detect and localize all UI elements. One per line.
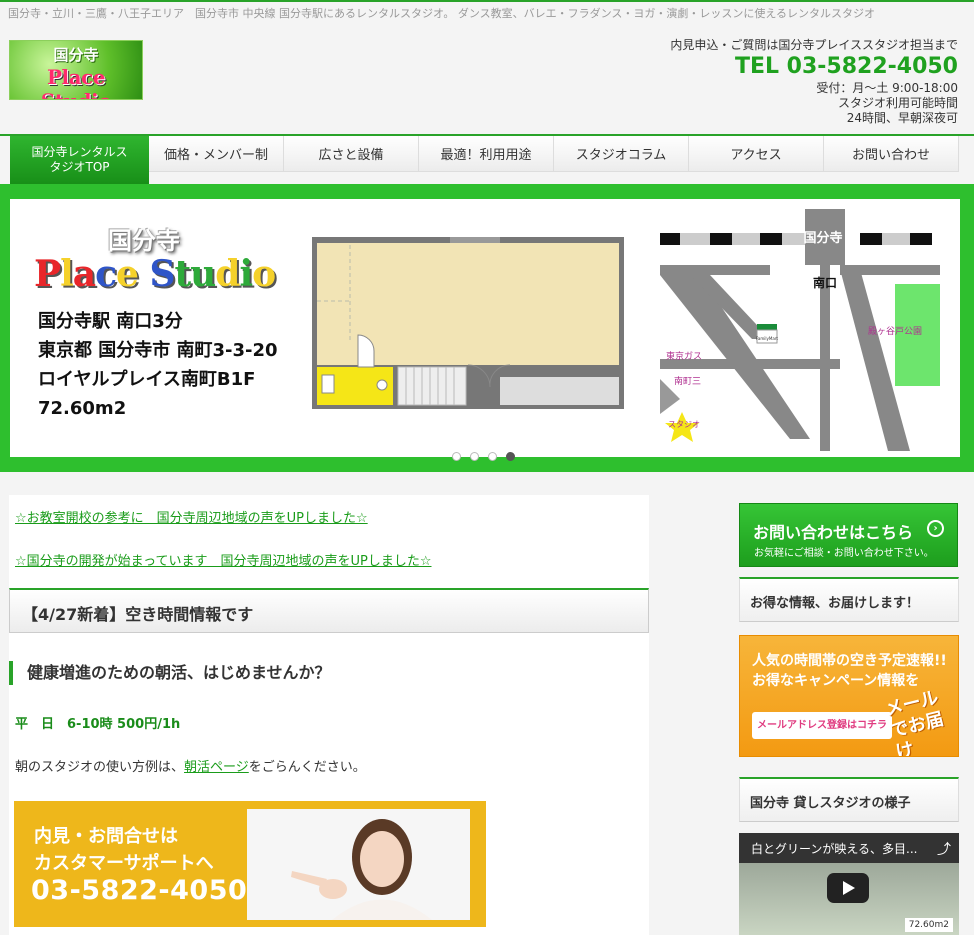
contact-note: 内見申込・ご質問は国分寺プレイススタジオ担当まで [670, 38, 958, 52]
place-title-letter: e [116, 253, 139, 295]
access-map: 国分寺 南口 東京ガス 南町三 FamilyMart 殿ヶ谷戸公園 スタジオ [660, 209, 940, 451]
slider-dot[interactable] [488, 452, 497, 461]
video-title: 白とグリーンが映える、多目... [751, 842, 918, 856]
slide-place-title: Place Studio [34, 253, 276, 295]
svg-text:殿ヶ谷戸公園: 殿ヶ谷戸公園 [868, 326, 922, 337]
site-logo[interactable]: 国分寺 Place Studio [9, 40, 143, 100]
availability-heading: 【4/27新着】空き時間情報です [9, 588, 649, 633]
svg-text:東京ガス: 東京ガス [666, 350, 702, 362]
hero-slide[interactable]: 国分寺 Place Studio 国分寺駅 南口3分 東京都 国分寺市 南町3-… [10, 199, 960, 461]
nav-item-contact[interactable]: お問い合わせ [824, 136, 959, 172]
slider-dot[interactable] [470, 452, 479, 461]
hero-slider: 国分寺 Place Studio 国分寺駅 南口3分 東京都 国分寺市 南町3-… [0, 184, 974, 472]
contact-button[interactable]: お問い合わせはこちら › お気軽にご相談・お問い合わせ下さい。 [739, 503, 958, 567]
slider-dot[interactable] [452, 452, 461, 461]
studio-video[interactable]: 白とグリーンが映える、多目... ⤴ 72.60m2 [739, 833, 959, 935]
place-title-letter [138, 253, 150, 295]
svg-text:スタジオ: スタジオ [668, 420, 700, 429]
contact-button-sub: お気軽にご相談・お問い合わせ下さい。 [754, 548, 934, 559]
banner-tel: 03-5822-4050 [31, 875, 248, 906]
share-icon[interactable]: ⤴ [937, 839, 951, 859]
slide-studio-name: 国分寺 [108, 226, 180, 255]
contact-button-title: お問い合わせはこちら [753, 523, 914, 542]
nav-item-uses[interactable]: 最適！利用用途 [419, 136, 554, 172]
svg-text:国分寺: 国分寺 [803, 230, 842, 246]
header-tel[interactable]: TEL 03-5822-4050 [670, 53, 958, 81]
deals-heading: お得な情報、お届けします！ [739, 577, 959, 622]
nav-item-column[interactable]: スタジオコラム [554, 136, 689, 172]
slider-dot[interactable] [506, 452, 515, 461]
nav-item-pricing[interactable]: 価格・メンバー制 [149, 136, 284, 172]
support-photo [247, 809, 470, 920]
place-title-letter: i [239, 253, 253, 295]
promo-mail-label: メール でお届け [883, 687, 946, 757]
weekday-price: 平 日 6-10時 500円/1h [15, 717, 181, 732]
usage-hours-label: スタジオ利用可能時間 [837, 96, 958, 110]
news-link-2[interactable]: ☆国分寺の開発が始まっています 国分寺周辺地域の声をUPしました☆ [15, 550, 432, 569]
slider-dots [452, 452, 515, 461]
logo-line1: 国分寺 [53, 46, 99, 64]
place-title-letter: S [149, 253, 175, 295]
nav-item-top[interactable]: 国分寺レンタルス タジオTOP [10, 136, 149, 184]
svg-text:南口: 南口 [813, 275, 837, 290]
logo-line2: Place Studio [41, 65, 112, 99]
slide-address: 国分寺駅 南口3分 東京都 国分寺市 南町3-3-20 ロイヤルプレイス南町B1… [38, 311, 278, 419]
promo-text: 人気の時間帯の空き予定速報!! お得なキャンペーン情報を [752, 653, 947, 689]
floor-plan [312, 237, 624, 409]
video-size-badge: 72.60m2 [904, 918, 953, 932]
studio-heading: 国分寺 貸しスタジオの様子 [739, 777, 959, 822]
mail-promo-banner[interactable]: 人気の時間帯の空き予定速報!! お得なキャンペーン情報を メールアドレス登録はコチ… [739, 635, 959, 757]
svg-text:南町三: 南町三 [674, 375, 701, 387]
morning-paragraph: 朝のスタジオの使い方例は、朝活ページをごらんください。 [15, 760, 366, 775]
morning-heading: 健康増進のための朝活、はじめませんか？ [9, 661, 331, 685]
top-tagline: 国分寺・立川・三鷹・八王子エリア 国分寺市 中央線 国分寺駅にあるレンタルスタジ… [0, 0, 974, 22]
banner-text: 内見・お問合せは カスタマーサポートへ [34, 826, 214, 874]
place-title-letter: o [252, 253, 276, 295]
mail-register-button[interactable]: メールアドレス登録はコチラ [752, 712, 892, 739]
place-title-letter: u [190, 253, 216, 295]
support-banner[interactable]: 内見・お問合せは カスタマーサポートへ 03-5822-4050 [14, 801, 486, 927]
svg-text:FamilyMart: FamilyMart [756, 336, 778, 341]
nav-item-facilities[interactable]: 広さと設備 [284, 136, 419, 172]
play-icon[interactable] [827, 873, 869, 903]
main-content: ☆お教室開校の参考に 国分寺周辺地域の声をUPしました☆ ☆国分寺の開発が始まっ… [9, 495, 649, 935]
place-title-letter: d [215, 253, 240, 295]
main-nav: 国分寺レンタルス タジオTOP 価格・メンバー制 広さと設備 最適！利用用途 スタ… [0, 134, 974, 184]
news-link-1[interactable]: ☆お教室開校の参考に 国分寺周辺地域の声をUPしました☆ [15, 507, 368, 526]
nav-item-access[interactable]: アクセス [689, 136, 824, 172]
place-title-letter: a [72, 253, 96, 295]
morning-page-link[interactable]: 朝活ページ [184, 760, 249, 775]
reception-hours: 受付：月～土 9:00-18:00 [816, 81, 958, 95]
site-header: 国分寺 Place Studio 内見申込・ご質問は国分寺プレイススタジオ担当ま… [0, 22, 974, 134]
place-title-letter: t [174, 253, 191, 295]
arrow-right-icon: › [927, 520, 944, 537]
place-title-letter: l [60, 253, 74, 295]
header-contact: 内見申込・ご質問は国分寺プレイススタジオ担当まで TEL 03-5822-405… [670, 38, 958, 126]
place-title-letter: c [95, 253, 117, 295]
usage-hours-value: 24時間、早朝深夜可 [846, 111, 958, 125]
place-title-letter: P [34, 253, 61, 295]
